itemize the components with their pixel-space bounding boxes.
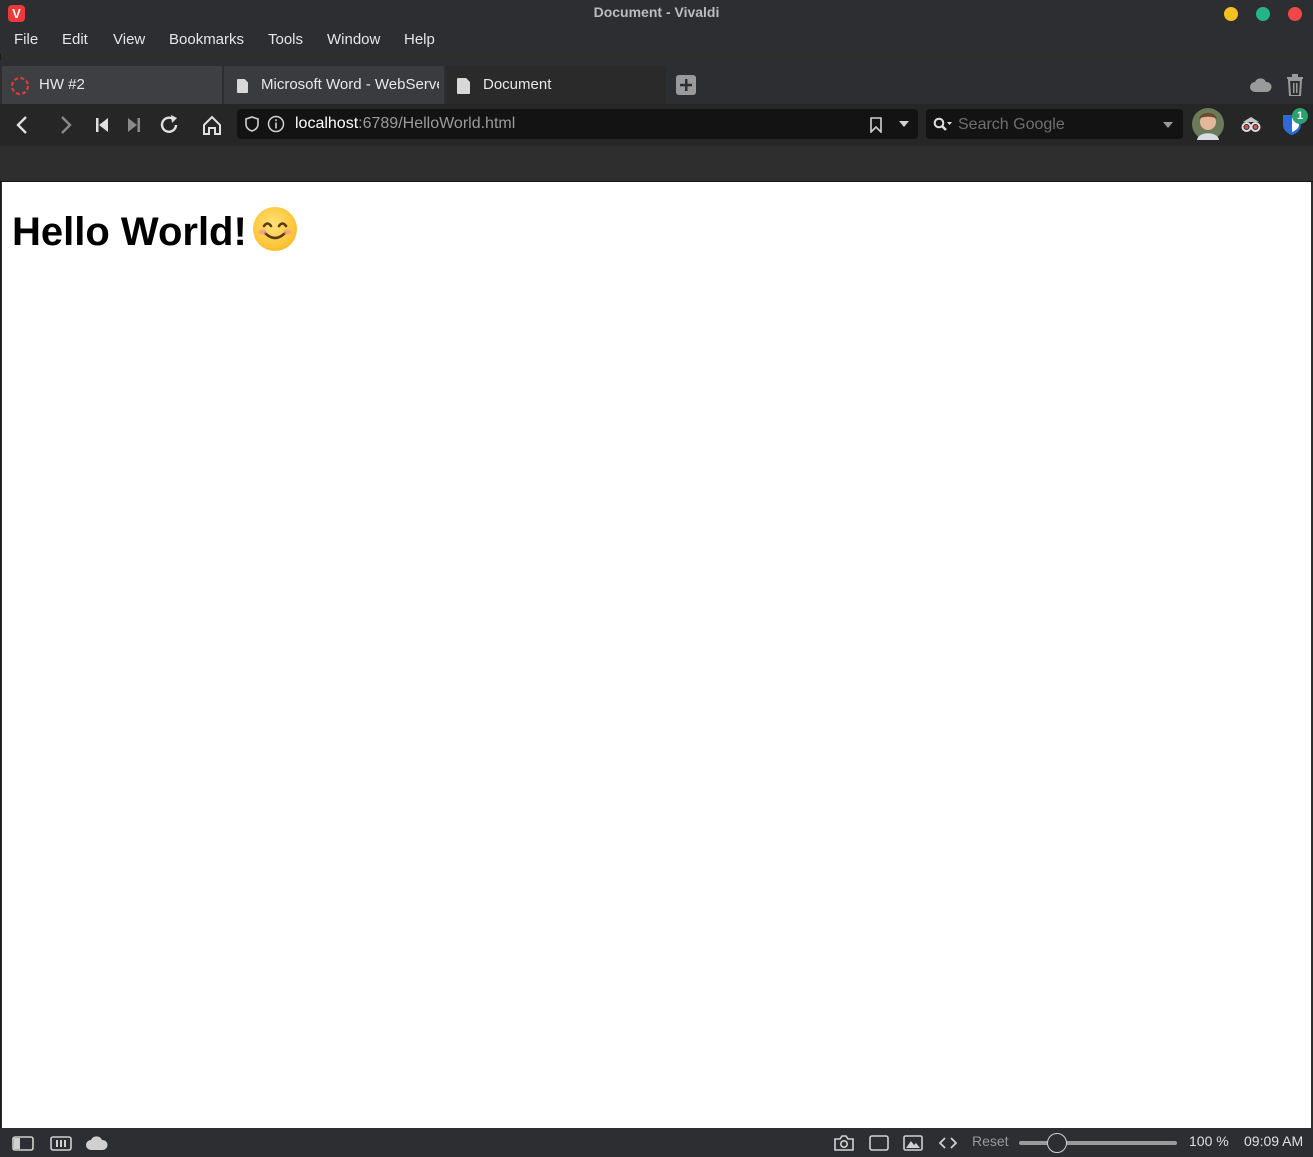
dropdown-arrow-icon[interactable] xyxy=(899,121,909,128)
menu-window[interactable]: Window xyxy=(327,31,380,48)
menu-file[interactable]: File xyxy=(14,31,38,48)
zoom-slider[interactable] xyxy=(1019,1133,1177,1153)
tab-tiling-icon[interactable] xyxy=(50,1136,72,1151)
maximize-button[interactable] xyxy=(1256,7,1270,21)
url-text[interactable]: localhost:6789/HelloWorld.html xyxy=(295,115,515,133)
zoom-slider-thumb[interactable] xyxy=(1047,1133,1067,1153)
menu-edit[interactable]: Edit xyxy=(62,31,88,48)
window-title: Document - Vivaldi xyxy=(593,4,720,20)
tab-bar: HW #2 Microsoft Word - WebServe Document xyxy=(0,60,1313,104)
sync-status-cloud-icon[interactable] xyxy=(86,1136,108,1150)
url-host: localhost xyxy=(295,115,359,132)
menu-bookmarks[interactable]: Bookmarks xyxy=(169,31,244,48)
address-bar-row: localhost:6789/HelloWorld.html Search Go… xyxy=(0,104,1313,146)
page-heading: Hello World! xyxy=(12,207,297,256)
menu-tools[interactable]: Tools xyxy=(268,31,303,48)
tab-label: Microsoft Word - WebServe xyxy=(261,76,439,93)
forward-icon[interactable] xyxy=(54,114,76,136)
tab-hw2[interactable]: HW #2 xyxy=(2,66,222,104)
browser-window: V Document - Vivaldi File Edit View Book… xyxy=(0,0,1313,1157)
bookmark-icon[interactable] xyxy=(870,117,882,133)
zoom-reset-button[interactable]: Reset xyxy=(972,1133,1009,1149)
clock: 09:09 AM xyxy=(1244,1133,1304,1149)
shield-icon[interactable] xyxy=(245,116,259,132)
menu-bar: File Edit View Bookmarks Tools Window He… xyxy=(0,26,1313,54)
page-actions-icon[interactable] xyxy=(939,1137,957,1149)
page-tiling-icon[interactable] xyxy=(869,1135,889,1151)
web-page-content: Hello World! xyxy=(2,182,1311,1128)
bitwarden-badge: 1 xyxy=(1292,108,1308,124)
title-bar: V Document - Vivaldi xyxy=(0,0,1313,26)
profile-avatar[interactable] xyxy=(1192,108,1224,140)
tab-label: HW #2 xyxy=(39,76,85,93)
document-icon xyxy=(237,79,248,93)
close-button[interactable] xyxy=(1288,7,1302,21)
tab-label: Document xyxy=(483,76,552,93)
search-engine-dropdown-icon[interactable] xyxy=(1163,122,1173,128)
heading-text: Hello World! xyxy=(12,210,247,254)
rewind-icon[interactable] xyxy=(91,114,113,136)
capture-camera-icon[interactable] xyxy=(834,1135,854,1151)
back-icon[interactable] xyxy=(12,114,34,136)
menu-view[interactable]: View xyxy=(113,31,145,48)
search-icon[interactable] xyxy=(933,117,953,132)
menu-help[interactable]: Help xyxy=(404,31,435,48)
panel-toggle-icon[interactable] xyxy=(12,1136,34,1151)
document-icon xyxy=(457,78,470,94)
smiling-face-icon xyxy=(252,207,297,251)
trash-icon[interactable] xyxy=(1286,74,1304,96)
fast-forward-icon[interactable] xyxy=(123,114,145,136)
bookmark-bar xyxy=(0,146,1313,182)
search-field[interactable] xyxy=(926,109,1183,139)
zoom-level: 100 % xyxy=(1189,1133,1229,1149)
images-toggle-icon[interactable] xyxy=(903,1135,923,1151)
new-tab-icon[interactable] xyxy=(676,75,696,95)
home-icon[interactable] xyxy=(201,114,223,136)
info-icon[interactable] xyxy=(267,115,285,133)
address-field[interactable]: localhost:6789/HelloWorld.html xyxy=(237,109,918,139)
search-input[interactable] xyxy=(956,113,1160,137)
minimize-button[interactable] xyxy=(1224,7,1238,21)
spinner-icon xyxy=(10,76,30,96)
status-bar: Reset 100 % 09:09 AM xyxy=(0,1128,1313,1157)
sync-cloud-icon[interactable] xyxy=(1250,78,1272,92)
reload-icon[interactable] xyxy=(159,114,181,136)
url-path: :6789/HelloWorld.html xyxy=(358,115,516,132)
glasses-extension-icon[interactable] xyxy=(1240,114,1262,136)
tab-document[interactable]: Document xyxy=(446,66,666,104)
tab-microsoft-word[interactable]: Microsoft Word - WebServe xyxy=(224,66,444,104)
